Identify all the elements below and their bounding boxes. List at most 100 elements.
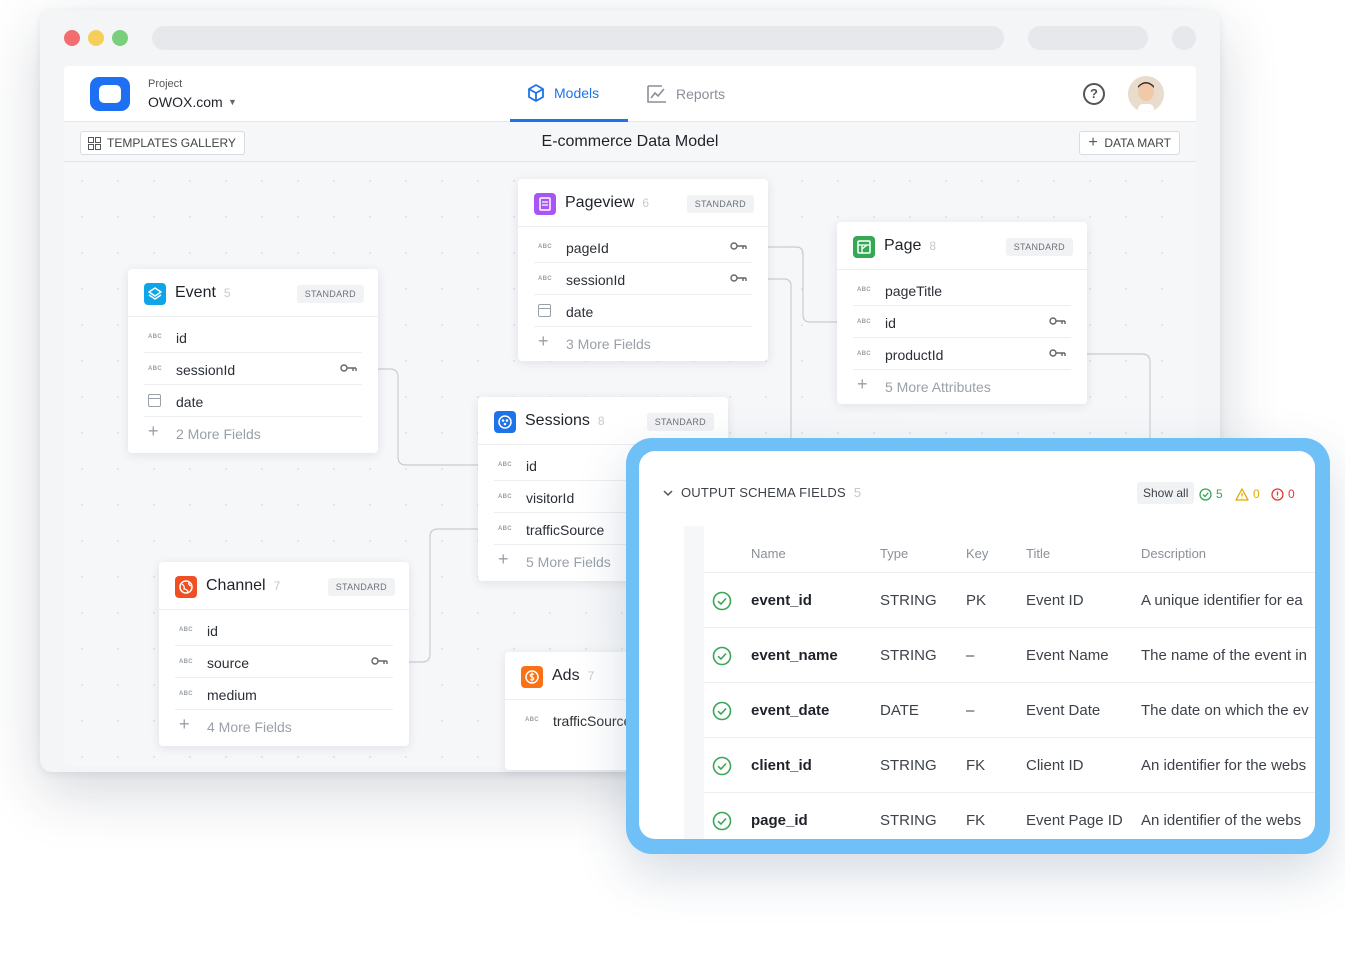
field-row[interactable]: ABC source [175, 646, 393, 678]
check-circle-icon [712, 701, 732, 721]
cell-key: PK [966, 592, 987, 609]
more-fields-label: 5 More Attributes [885, 379, 991, 395]
entity-title: Sessions 8 [525, 412, 605, 429]
sheet-icon [853, 236, 875, 258]
cell-description: An identifier of the webs [1141, 812, 1302, 829]
plus-icon: + [148, 421, 159, 441]
field-row[interactable]: ABC pageId [534, 231, 752, 263]
entity-header: Channel 7 STANDARD [159, 562, 409, 610]
more-fields-label: 4 More Fields [207, 719, 292, 735]
check-circle-icon [712, 811, 732, 831]
warning-icon [1235, 487, 1249, 501]
string-type-icon: ABC [857, 319, 871, 325]
warning-count: 0 [1253, 487, 1260, 501]
field-row[interactable]: date [534, 295, 752, 327]
string-type-icon: ABC [538, 244, 552, 250]
layers-icon [144, 283, 166, 305]
field-name: id [176, 330, 187, 346]
cell-description: The name of the event in [1141, 647, 1307, 664]
cell-title: Event ID [1026, 592, 1084, 609]
more-fields-label: 2 More Fields [176, 426, 261, 442]
sessions-icon [494, 411, 516, 433]
column-header-type[interactable]: Type [880, 546, 908, 561]
globe-icon [175, 576, 197, 598]
string-type-icon: ABC [148, 334, 162, 340]
standard-badge: STANDARD [646, 413, 714, 431]
cell-type: STRING [880, 757, 937, 774]
key-icon [730, 242, 747, 250]
field-row[interactable]: ABC productId [853, 338, 1071, 370]
column-header-title[interactable]: Title [1026, 546, 1050, 561]
column-header-key[interactable]: Key [966, 546, 988, 561]
field-name: id [526, 458, 537, 474]
error-count-badge[interactable]: 0 [1271, 487, 1295, 501]
cell-name: event_date [751, 702, 830, 719]
field-row[interactable]: ABC id [144, 321, 362, 353]
output-schema-count: 5 [853, 485, 862, 500]
string-type-icon: ABC [498, 526, 512, 532]
more-fields-row[interactable]: +5 More Attributes [853, 370, 1071, 402]
field-name: sessionId [176, 362, 236, 378]
table-row[interactable]: event_name STRING – Event Name The name … [704, 627, 1315, 682]
field-name: id [207, 623, 218, 639]
table-row[interactable]: event_date DATE – Event Date The date on… [704, 682, 1315, 737]
standard-badge: STANDARD [296, 285, 364, 303]
cell-name: page_id [751, 812, 808, 829]
cell-type: STRING [880, 812, 937, 829]
table-row[interactable]: client_id STRING FK Client ID An identif… [704, 737, 1315, 792]
more-fields-row[interactable]: +2 More Fields [144, 417, 362, 449]
cell-type: STRING [880, 592, 937, 609]
entity-card-pageview[interactable]: Pageview 6 STANDARD ABC pageId ABC sessionI… [518, 179, 768, 361]
cell-key: – [966, 702, 975, 719]
output-schema-content: OUTPUT SCHEMA FIELDS 5 Show all 5 0 0 Nam… [639, 451, 1315, 839]
field-name: date [176, 394, 204, 410]
check-circle-icon [712, 646, 732, 666]
output-schema-panel: OUTPUT SCHEMA FIELDS 5 Show all 5 0 0 Nam… [626, 438, 1330, 854]
entity-header: Pageview 6 STANDARD [518, 179, 768, 227]
standard-badge: STANDARD [327, 578, 395, 596]
output-schema-header[interactable]: OUTPUT SCHEMA FIELDS 5 [663, 485, 861, 500]
warning-count-badge[interactable]: 0 [1235, 487, 1260, 501]
field-name: sessionId [566, 272, 626, 288]
field-row[interactable]: ABC id [175, 614, 393, 646]
show-all-button[interactable]: Show all [1137, 482, 1195, 504]
field-row[interactable]: ABC sessionId [144, 353, 362, 385]
column-header-description[interactable]: Description [1141, 546, 1206, 561]
cell-name: client_id [751, 757, 812, 774]
field-row[interactable]: ABC medium [175, 678, 393, 710]
field-row[interactable]: date [144, 385, 362, 417]
plus-icon: + [498, 549, 509, 569]
schema-table-wrapper: Name Type Key Title Description event_id… [684, 526, 1315, 839]
cell-title: Event Name [1026, 647, 1109, 664]
standard-badge: STANDARD [1005, 238, 1073, 256]
more-fields-row[interactable]: +3 More Fields [534, 327, 752, 359]
calendar-icon [538, 304, 551, 317]
column-header-name[interactable]: Name [751, 546, 786, 561]
chevron-down-icon[interactable] [663, 489, 673, 500]
more-fields-row[interactable]: +4 More Fields [175, 710, 393, 742]
field-name: pageId [566, 240, 609, 256]
entity-title: Event 5 [175, 284, 231, 301]
field-row[interactable]: ABC pageTitle [853, 274, 1071, 306]
field-row[interactable]: ABC sessionId [534, 263, 752, 295]
string-type-icon: ABC [148, 366, 162, 372]
entity-field-count: 8 [597, 414, 605, 428]
cell-key: FK [966, 757, 986, 774]
document-icon [534, 193, 556, 215]
cell-description: A unique identifier for ea [1141, 592, 1303, 609]
key-icon [1049, 317, 1066, 325]
plus-icon: + [538, 331, 549, 351]
entity-field-count: 7 [273, 579, 281, 593]
entity-field-count: 5 [223, 286, 231, 300]
cell-key: – [966, 647, 975, 664]
entity-card-channel[interactable]: Channel 7 STANDARD ABC id ABC source ABC med… [159, 562, 409, 746]
table-row[interactable]: event_id STRING PK Event ID A unique ide… [704, 572, 1315, 627]
entity-card-page[interactable]: Page 8 STANDARD ABC pageTitle ABC id ABC pro… [837, 222, 1087, 404]
ok-count-badge[interactable]: 5 [1199, 487, 1223, 501]
field-row[interactable]: ABC id [853, 306, 1071, 338]
entity-card-event[interactable]: Event 5 STANDARD ABC id ABC sessionId date … [128, 269, 378, 453]
cell-description: The date on which the ev [1141, 702, 1309, 719]
field-name: id [885, 315, 896, 331]
table-row[interactable]: page_id STRING FK Event Page ID An ident… [704, 792, 1315, 839]
cell-type: STRING [880, 647, 937, 664]
